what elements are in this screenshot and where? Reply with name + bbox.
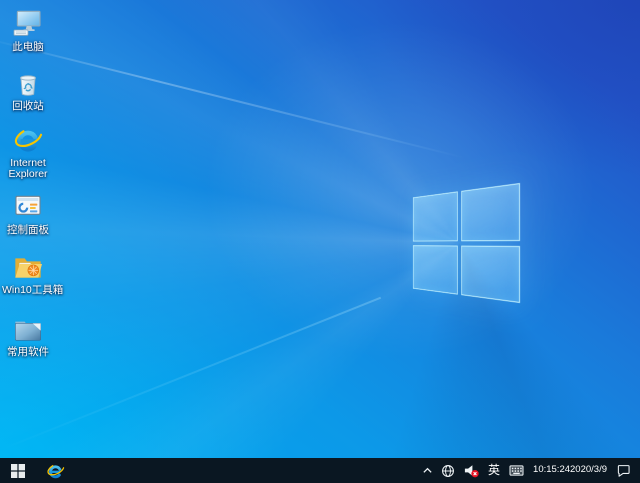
desktop-icon-label: Internet Explorer xyxy=(2,158,54,180)
hidden-icons-chevron[interactable] xyxy=(420,458,435,483)
desktop-icon-recycle-bin[interactable]: 回收站 xyxy=(2,67,54,112)
windows-logo-pane xyxy=(413,191,457,241)
windows-logo-wallpaper xyxy=(413,183,520,303)
desktop-icon-common-software[interactable]: 常用软件 xyxy=(2,313,54,358)
desktop-icon-win10-toolbox[interactable]: Win10工具箱 xyxy=(2,251,54,296)
desktop-icon-control-panel[interactable]: 控制面板 xyxy=(2,191,54,236)
action-center-icon[interactable] xyxy=(614,458,633,483)
clock-time: 10:15:24 xyxy=(533,465,570,476)
taskbar-clock[interactable]: 10:15:24 2020/3/9 xyxy=(530,458,610,483)
taskbar: 英 10:15:24 2020/3/9 xyxy=(0,458,640,483)
desktop-icon-label: 常用软件 xyxy=(2,347,54,358)
internet-explorer-taskbar-button[interactable] xyxy=(36,458,74,483)
desktop-icon-internet-explorer[interactable]: Internet Explorer xyxy=(2,122,54,180)
internet-explorer-icon xyxy=(11,122,45,156)
desktop-icon-this-pc[interactable]: 此电脑 xyxy=(2,8,54,53)
windows-logo-pane xyxy=(461,245,520,303)
desktop-icon-label: Win10工具箱 xyxy=(2,285,54,296)
desktop-wallpaper: 此电脑 回收站 xyxy=(0,0,640,458)
windows-logo-pane xyxy=(461,183,520,241)
taskbar-left-buttons xyxy=(0,458,74,483)
light-ray-line xyxy=(0,297,381,451)
desktop-icon-label: 控制面板 xyxy=(2,225,54,236)
desktop-icon-label: 回收站 xyxy=(2,101,54,112)
touch-keyboard-icon[interactable] xyxy=(507,458,526,483)
ime-language-indicator[interactable]: 英 xyxy=(485,458,503,483)
light-ray-line xyxy=(0,36,465,159)
volume-muted-icon[interactable] xyxy=(461,458,481,483)
desktop-icon-label: 此电脑 xyxy=(2,42,54,53)
this-pc-icon xyxy=(12,8,44,40)
start-button[interactable] xyxy=(0,458,36,483)
network-globe-icon[interactable] xyxy=(439,458,457,483)
internet-explorer-icon xyxy=(45,460,66,481)
windows-desktop-screen: 此电脑 回收站 xyxy=(0,0,640,483)
control-panel-icon xyxy=(12,191,44,223)
windows-logo-icon xyxy=(11,464,25,478)
clock-date: 2020/3/9 xyxy=(570,465,607,476)
windows-logo-pane xyxy=(413,245,457,295)
recycle-bin-icon xyxy=(12,67,44,99)
win10-toolbox-icon xyxy=(12,251,44,283)
common-software-icon xyxy=(12,313,44,345)
system-tray: 英 10:15:24 2020/3/9 xyxy=(420,458,640,483)
